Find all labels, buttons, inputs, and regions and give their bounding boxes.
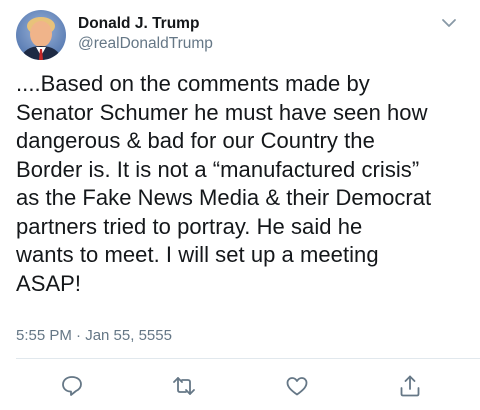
retweet-icon[interactable] <box>171 373 197 399</box>
divider <box>16 358 480 359</box>
tweet-card: Donald J. Trump @realDonaldTrump ....Bas… <box>0 0 480 410</box>
chevron-down-icon[interactable] <box>440 16 458 30</box>
heart-icon[interactable] <box>284 373 310 399</box>
reply-icon[interactable] <box>59 373 85 399</box>
user-handle[interactable]: @realDonaldTrump <box>78 34 213 54</box>
tweet-timestamp[interactable]: 5:55 PM · Jan 55, 5555 <box>16 327 172 344</box>
share-icon[interactable] <box>397 373 423 399</box>
display-name[interactable]: Donald J. Trump <box>78 15 213 33</box>
avatar-image <box>20 17 62 60</box>
author-block: Donald J. Trump @realDonaldTrump <box>78 15 213 54</box>
avatar[interactable] <box>16 10 66 60</box>
tweet-text: ....Based on the comments made by Senato… <box>16 71 432 296</box>
action-bar <box>0 370 480 400</box>
